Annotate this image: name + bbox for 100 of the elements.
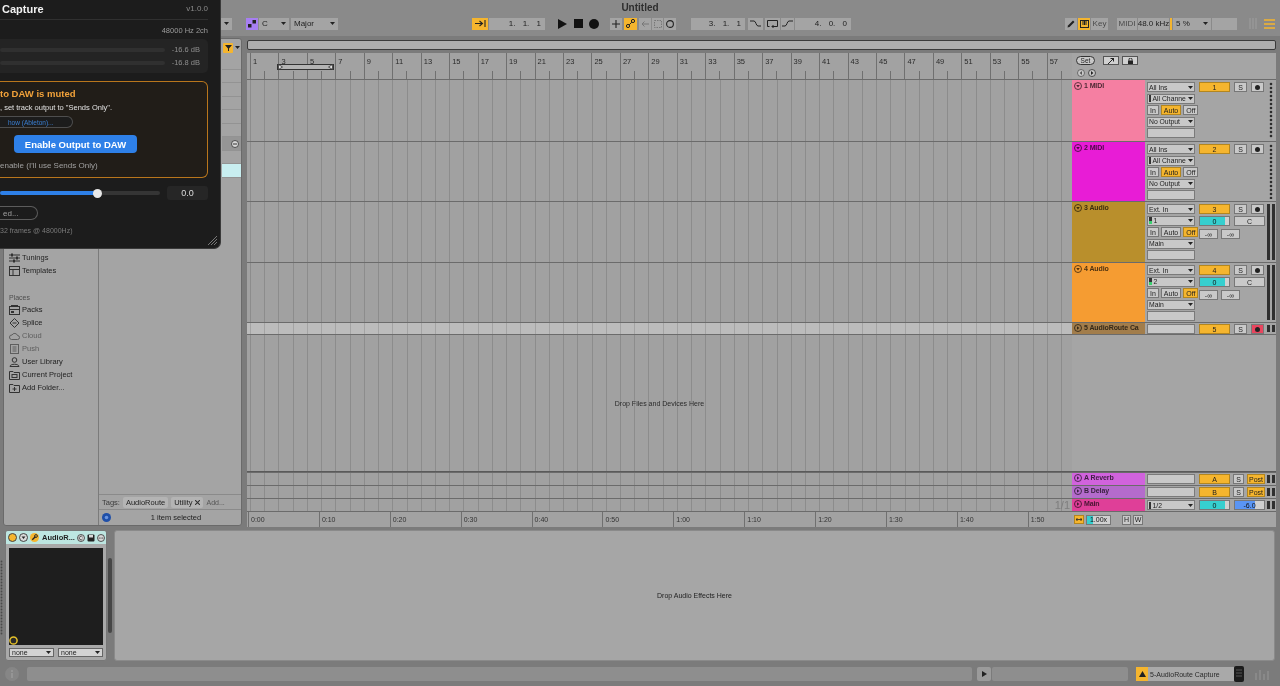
loop-start-field[interactable]: 3. 1. 1 (691, 17, 745, 30)
diagonal-arrow-icon (1108, 57, 1114, 64)
overview-bar[interactable] (247, 40, 1276, 50)
arm-button[interactable] (1251, 144, 1264, 154)
caret-icon (95, 651, 100, 654)
output-channel-field[interactable] (1147, 128, 1195, 138)
lock-icon (1127, 57, 1133, 64)
drag-handle-icon[interactable] (0, 560, 3, 635)
caret-right-circle-icon[interactable] (1074, 474, 1082, 482)
save-icon[interactable] (86, 533, 95, 542)
triangle-right-icon (981, 671, 987, 677)
list-row[interactable] (222, 164, 241, 178)
controller-icon[interactable] (1234, 666, 1244, 682)
scale-dropdown[interactable]: Major (291, 17, 338, 30)
input-field[interactable] (1147, 324, 1195, 334)
enable-output-button[interactable]: Enable Output to DAW (14, 135, 137, 153)
caret-right-circle-icon[interactable] (1074, 487, 1082, 495)
options-button[interactable]: ed... (0, 206, 38, 220)
computer-keyboard-button[interactable] (1078, 17, 1090, 30)
gain-slider[interactable] (0, 188, 160, 198)
follow-toggle-button[interactable] (1074, 515, 1084, 524)
loop-button[interactable] (765, 17, 780, 30)
scale-icon (248, 19, 256, 28)
output-channel-field[interactable] (1147, 250, 1195, 260)
arm-button[interactable] (1251, 204, 1264, 214)
caret-down-circle-icon[interactable] (1074, 144, 1082, 152)
record-dot-icon (1255, 326, 1260, 332)
arm-button[interactable] (1251, 265, 1264, 275)
person-icon (9, 356, 20, 367)
layout-icon (9, 265, 20, 276)
resize-grip-icon[interactable] (208, 236, 217, 245)
loop-length-field[interactable]: 4. 0. 0 (795, 17, 851, 30)
sliders-icon (9, 252, 20, 263)
caret-right-circle-icon[interactable] (1074, 500, 1082, 508)
loop-brace[interactable] (277, 63, 334, 71)
follow-button[interactable] (472, 17, 488, 30)
left-arrow-circle-icon[interactable] (1077, 69, 1085, 77)
slider-thumb[interactable] (93, 188, 103, 198)
gain-value-field[interactable]: 0.0 (167, 186, 208, 200)
ring-icon[interactable] (9, 636, 18, 645)
minus-circle-icon[interactable] (231, 139, 239, 148)
key-dropdown[interactable]: C (259, 17, 289, 30)
cpu-load-dropdown[interactable]: 5 % (1173, 17, 1211, 30)
more-icon[interactable] (96, 533, 105, 542)
output-field[interactable] (1147, 487, 1195, 497)
info-dot-icon (102, 513, 111, 522)
pencil-icon (1067, 19, 1075, 28)
arm-button[interactable] (1251, 82, 1264, 92)
punch-out-button[interactable] (781, 17, 794, 30)
wrench-icon[interactable] (30, 533, 39, 542)
warning-button[interactable] (1136, 667, 1148, 681)
dotted-square-icon (653, 19, 662, 28)
draw-mode-button[interactable] (1065, 17, 1077, 30)
expand-button[interactable] (977, 667, 991, 681)
caret-down-circle-icon[interactable] (1074, 204, 1082, 212)
folder-icon (9, 369, 20, 380)
midi-map-button[interactable]: MIDI (1117, 17, 1137, 30)
caret-icon[interactable] (235, 46, 240, 49)
sample-rate-display: 48.0 kHz (1138, 17, 1169, 30)
dismiss-link[interactable]: enable (I'll use Sends Only) (0, 160, 98, 170)
lock-button[interactable] (1122, 56, 1138, 65)
caret-down-circle-icon[interactable] (1074, 82, 1082, 90)
close-icon[interactable] (195, 499, 201, 505)
scale-mode-button[interactable] (246, 17, 258, 30)
right-arrow-circle-icon[interactable] (1088, 69, 1096, 77)
warning-icon (1138, 671, 1146, 677)
record-icon[interactable] (589, 18, 599, 29)
keyboard-icon (1079, 19, 1089, 28)
warning-heading: to DAW is muted (0, 88, 76, 99)
funnel-icon (224, 44, 232, 51)
arm-button[interactable] (1251, 324, 1264, 334)
caret-icon (1188, 159, 1193, 162)
caret-icon (1188, 147, 1193, 151)
automation-arm-button[interactable] (624, 17, 637, 30)
caret-icon (1188, 219, 1193, 222)
session-record-button[interactable] (664, 17, 676, 30)
expand-button[interactable] (1103, 56, 1119, 65)
pad-icon (9, 343, 20, 354)
document-title: Untitled (621, 1, 659, 14)
arrow-to-bar-icon (474, 20, 486, 27)
loop-icon (767, 19, 778, 28)
output-field[interactable] (1147, 474, 1195, 484)
caret-icon (330, 22, 335, 25)
caret-icon (281, 22, 286, 25)
group-row[interactable] (222, 137, 241, 151)
output-channel-field[interactable] (1147, 311, 1195, 321)
key-map-button[interactable]: Key (1091, 17, 1108, 30)
overdub-button[interactable] (610, 17, 622, 30)
caret-down-circle-icon[interactable] (19, 533, 28, 542)
power-button[interactable] (8, 533, 17, 542)
play-icon[interactable] (558, 18, 567, 29)
caret-down-circle-icon[interactable] (1074, 265, 1082, 273)
scrollbar[interactable] (108, 558, 112, 633)
arrangement-position-field[interactable]: 1. 1. 1 (489, 17, 545, 30)
output-channel-field[interactable] (1147, 190, 1195, 200)
caret-right-circle-icon[interactable] (1074, 324, 1082, 332)
filter-button[interactable] (223, 42, 233, 53)
caret-icon (1188, 120, 1193, 123)
dropdown-button[interactable] (221, 17, 232, 30)
circular-arrow-icon[interactable] (76, 533, 85, 542)
